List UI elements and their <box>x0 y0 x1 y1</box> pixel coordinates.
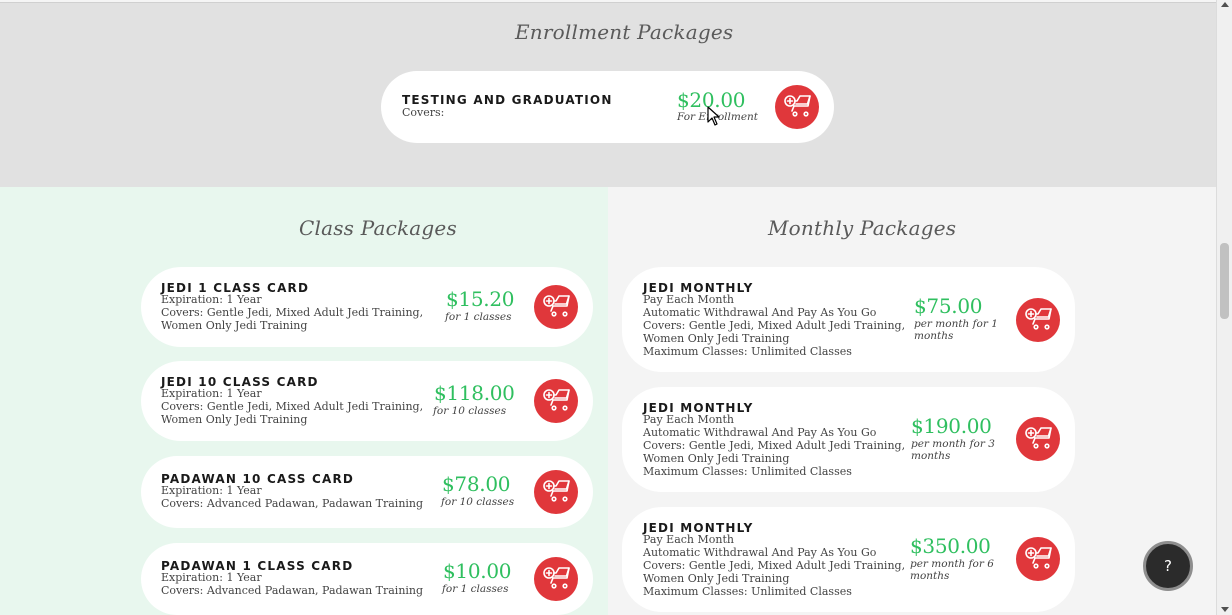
package-price: $78.00 <box>442 472 511 496</box>
cart-icon <box>541 562 571 596</box>
class-package-card: JEDI 1 CLASS CARD Expiration: 1 Year Cov… <box>141 267 593 347</box>
add-to-cart-button[interactable] <box>534 557 578 601</box>
package-detail: Covers: Gentle Jedi, Mixed Adult Jedi Tr… <box>643 439 906 452</box>
vertical-scrollbar[interactable] <box>1216 0 1232 615</box>
class-package-card: PADAWAN 1 CLASS CARD Expiration: 1 Year … <box>141 543 593 615</box>
add-to-cart-button[interactable] <box>534 285 578 329</box>
add-to-cart-button[interactable] <box>1016 417 1060 461</box>
add-to-cart-button[interactable] <box>534 379 578 423</box>
package-detail: Automatic Withdrawal And Pay As You Go <box>643 546 877 559</box>
class-packages-title: Class Packages <box>299 216 457 240</box>
package-detail: Covers: Gentle Jedi, Mixed Adult Jedi Tr… <box>643 319 906 332</box>
package-detail: Women Only Jedi Training <box>161 413 308 426</box>
price-label: months <box>911 450 951 462</box>
package-detail: Covers: Advanced Padawan, Padawan Traini… <box>161 584 424 597</box>
cart-icon <box>1023 422 1053 456</box>
scroll-down-arrow-icon[interactable] <box>1221 607 1229 612</box>
price-label: per month for 3 <box>911 438 995 450</box>
help-button[interactable]: ? <box>1143 541 1193 591</box>
package-detail: Expiration: 1 Year <box>161 293 262 306</box>
cart-icon <box>1023 303 1053 337</box>
price-label: for 10 classes <box>441 496 515 508</box>
package-detail: Pay Each Month <box>643 533 734 546</box>
package-detail: Pay Each Month <box>643 413 734 426</box>
package-detail: Women Only Jedi Training <box>643 452 790 465</box>
package-price: $15.20 <box>446 287 515 311</box>
package-name: TESTING AND GRADUATION <box>402 93 613 107</box>
monthly-package-card: JEDI MONTHLY Pay Each Month Automatic Wi… <box>622 387 1075 492</box>
package-detail: Maximum Classes: Unlimited Classes <box>643 465 852 478</box>
package-price: $75.00 <box>914 294 983 318</box>
enrollment-package-card: TESTING AND GRADUATION Covers: $20.00 Fo… <box>381 71 834 143</box>
add-to-cart-button[interactable] <box>1016 537 1060 581</box>
package-detail: Covers: Gentle Jedi, Mixed Adult Jedi Tr… <box>161 400 424 413</box>
package-detail: Expiration: 1 Year <box>161 484 262 497</box>
package-detail: Expiration: 1 Year <box>161 571 262 584</box>
mouse-pointer-icon <box>707 106 720 126</box>
package-detail: Maximum Classes: Unlimited Classes <box>643 585 852 598</box>
add-to-cart-button[interactable] <box>1016 298 1060 342</box>
cart-icon <box>541 384 571 418</box>
price-label: for 10 classes <box>433 405 507 417</box>
price-label: for 1 classes <box>445 311 512 323</box>
cart-icon <box>541 290 571 324</box>
add-to-cart-button[interactable] <box>775 85 819 129</box>
package-detail: Covers: Advanced Padawan, Padawan Traini… <box>161 497 424 510</box>
package-detail: Women Only Jedi Training <box>643 572 790 585</box>
monthly-package-card: JEDI MONTHLY Pay Each Month Automatic Wi… <box>622 267 1075 372</box>
package-detail: Women Only Jedi Training <box>643 332 790 345</box>
package-detail: Expiration: 1 Year <box>161 387 262 400</box>
price-label: months <box>910 570 950 582</box>
cart-icon <box>541 475 571 509</box>
package-covers: Covers: <box>402 106 445 119</box>
package-detail: Covers: Gentle Jedi, Mixed Adult Jedi Tr… <box>643 559 906 572</box>
package-detail: Maximum Classes: Unlimited Classes <box>643 345 852 358</box>
package-detail: Covers: Gentle Jedi, Mixed Adult Jedi Tr… <box>161 306 424 319</box>
scrollbar-thumb[interactable] <box>1220 243 1229 319</box>
price-label: months <box>914 330 954 342</box>
package-price: $118.00 <box>434 381 515 405</box>
package-detail: Women Only Jedi Training <box>161 319 308 332</box>
price-label: per month for 6 <box>910 558 994 570</box>
class-package-card: PADAWAN 10 CASS CARD Expiration: 1 Year … <box>141 456 593 528</box>
scroll-up-arrow-icon[interactable] <box>1221 2 1229 7</box>
question-icon: ? <box>1164 557 1172 575</box>
package-price: $350.00 <box>910 534 991 558</box>
class-package-card: JEDI 10 CLASS CARD Expiration: 1 Year Co… <box>141 361 593 441</box>
monthly-packages-title: Monthly Packages <box>768 216 957 240</box>
price-label: per month for 1 <box>914 318 998 330</box>
cart-icon <box>782 90 812 124</box>
monthly-package-card: JEDI MONTHLY Pay Each Month Automatic Wi… <box>622 507 1075 612</box>
package-detail: Automatic Withdrawal And Pay As You Go <box>643 426 877 439</box>
package-detail: Pay Each Month <box>643 293 734 306</box>
price-label: for 1 classes <box>442 583 509 595</box>
cart-icon <box>1023 542 1053 576</box>
package-detail: Automatic Withdrawal And Pay As You Go <box>643 306 877 319</box>
add-to-cart-button[interactable] <box>534 470 578 514</box>
enrollment-title: Enrollment Packages <box>515 20 734 44</box>
package-price: $190.00 <box>911 414 992 438</box>
package-price: $10.00 <box>443 559 512 583</box>
